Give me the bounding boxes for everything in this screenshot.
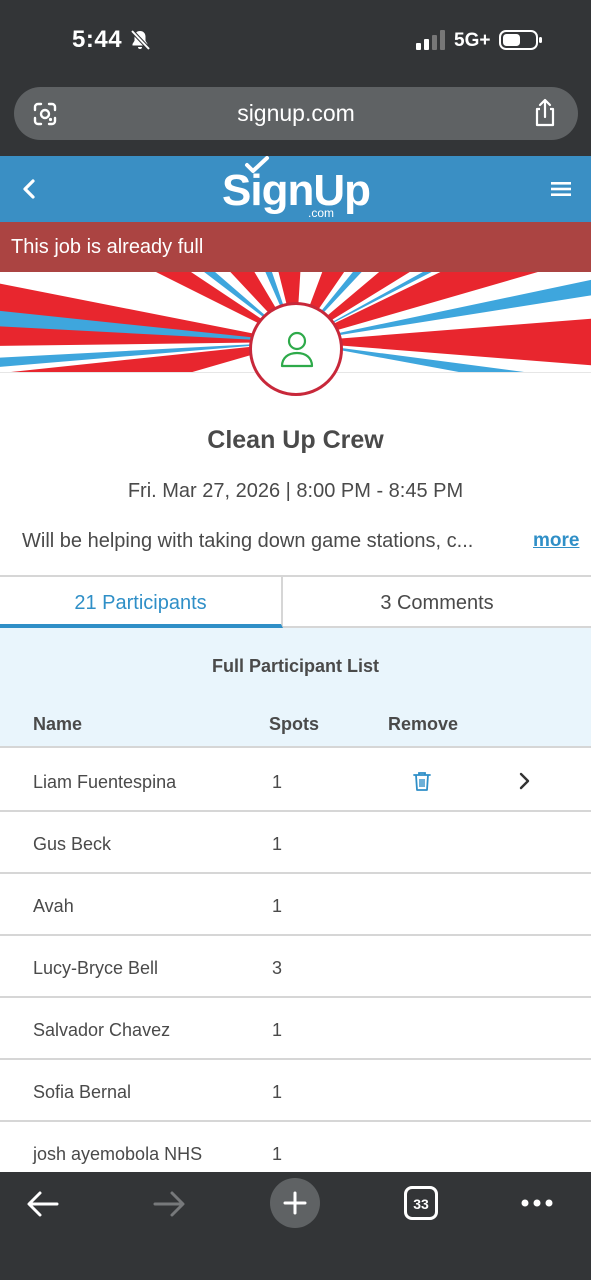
participant-name: Liam Fuentespina xyxy=(33,772,177,792)
logo-text: SignUp xyxy=(222,166,371,215)
trash-icon[interactable] xyxy=(413,771,431,791)
signup-logo[interactable]: SignUp .com xyxy=(222,156,382,220)
site-header: SignUp .com xyxy=(0,156,591,222)
plus-icon xyxy=(283,1191,307,1215)
network-label: 5G+ xyxy=(454,30,491,51)
chevron-right-icon[interactable] xyxy=(518,771,532,791)
table-row: Avah 1 xyxy=(0,874,591,936)
participant-spots: 1 xyxy=(272,1144,283,1164)
participant-spots: 1 xyxy=(272,896,283,916)
participant-list-header: Full Participant List Name Spots Remove xyxy=(0,628,591,748)
signal-icon xyxy=(416,30,445,50)
participant-spots: 3 xyxy=(272,958,283,978)
column-header-name: Name xyxy=(33,714,83,734)
participant-spots: 1 xyxy=(272,1082,283,1102)
browser-toolbar: 33 xyxy=(0,1172,591,1280)
list-title: Full Participant List xyxy=(211,656,380,676)
status-bar: 5:44 5G+ xyxy=(0,0,591,82)
back-arrow-icon[interactable] xyxy=(26,1190,60,1218)
status-time: 5:44 xyxy=(72,26,123,53)
participant-spots: 1 xyxy=(272,772,283,792)
logo-sub: .com xyxy=(308,206,335,220)
participant-spots: 1 xyxy=(272,834,283,854)
participant-name: Lucy-Bryce Bell xyxy=(33,958,159,978)
forward-arrow-icon[interactable] xyxy=(152,1190,186,1218)
column-header-spots: Spots xyxy=(269,714,320,734)
event-title: Clean Up Crew xyxy=(207,426,384,454)
participant-name: Avah xyxy=(33,896,74,916)
tab-bar: 21 Participants 3 Comments xyxy=(0,575,591,628)
tab-comments[interactable]: 3 Comments xyxy=(283,577,591,628)
battery-icon xyxy=(499,30,542,50)
table-row: Gus Beck 1 xyxy=(0,812,591,874)
tab-switcher-button[interactable]: 33 xyxy=(404,1186,438,1220)
table-row: Salvador Chavez 1 xyxy=(0,998,591,1060)
participant-spots: 1 xyxy=(272,1020,283,1040)
browser-address-area: signup.com xyxy=(0,82,591,156)
user-icon xyxy=(280,331,314,368)
new-tab-button[interactable] xyxy=(270,1178,320,1228)
participant-name: Sofia Bernal xyxy=(33,1082,132,1102)
share-icon[interactable] xyxy=(532,98,558,128)
tab-participants[interactable]: 21 Participants xyxy=(0,577,283,628)
bell-slash-icon xyxy=(130,29,151,51)
job-full-alert: This job is already full xyxy=(0,222,591,272)
table-row[interactable]: Liam Fuentespina 1 xyxy=(0,750,591,812)
url-bar[interactable]: signup.com xyxy=(14,87,578,140)
participant-name: Salvador Chavez xyxy=(33,1020,171,1040)
more-dots-icon[interactable] xyxy=(520,1198,554,1208)
event-date: Fri. Mar 27, 2026 | 8:00 PM - 8:45 PM xyxy=(127,480,464,502)
event-description: Will be helping with taking down game st… xyxy=(22,530,474,552)
hamburger-menu-icon[interactable] xyxy=(551,181,571,197)
column-header-remove: Remove xyxy=(388,714,459,734)
participant-name: josh ayemobola NHS xyxy=(33,1144,203,1164)
table-row: Sofia Bernal 1 xyxy=(0,1060,591,1122)
more-link[interactable]: more xyxy=(533,530,579,552)
table-row: Lucy-Bryce Bell 3 xyxy=(0,936,591,998)
url-text[interactable]: signup.com xyxy=(14,100,578,127)
participant-avatar xyxy=(249,302,343,396)
back-chevron-icon[interactable] xyxy=(20,178,38,200)
participant-name: Gus Beck xyxy=(33,834,112,854)
